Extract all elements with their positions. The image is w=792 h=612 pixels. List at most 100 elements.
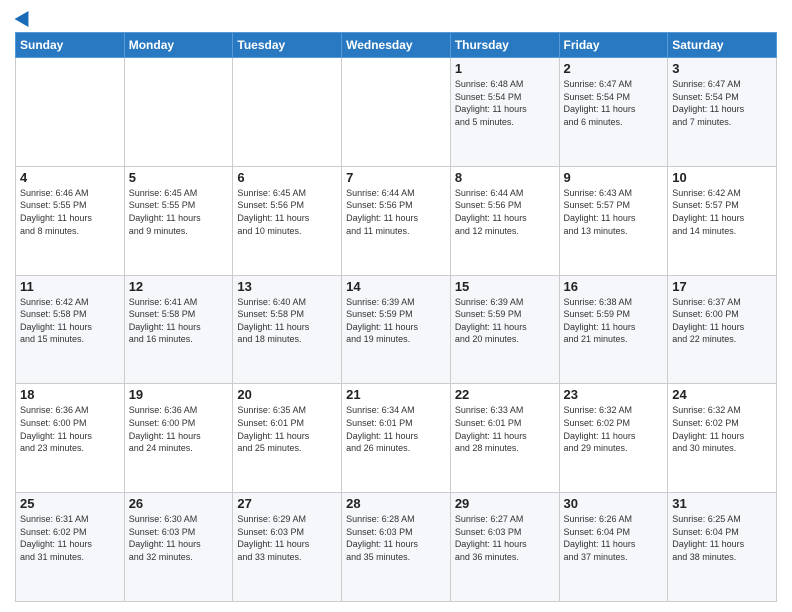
calendar-cell: 10 Sunrise: 6:42 AM Sunset: 5:57 PM Dayli… (668, 166, 777, 275)
calendar-cell (16, 58, 125, 167)
calendar-cell: 19 Sunrise: 6:36 AM Sunset: 6:00 PM Dayli… (124, 384, 233, 493)
day-info: Sunrise: 6:36 AM Sunset: 6:00 PM Dayligh… (20, 404, 120, 454)
logo (15, 10, 33, 24)
day-info: Sunrise: 6:44 AM Sunset: 5:56 PM Dayligh… (346, 187, 446, 237)
calendar-cell: 1 Sunrise: 6:48 AM Sunset: 5:54 PM Daylig… (450, 58, 559, 167)
day-info: Sunrise: 6:36 AM Sunset: 6:00 PM Dayligh… (129, 404, 229, 454)
day-number: 28 (346, 496, 446, 511)
day-info: Sunrise: 6:44 AM Sunset: 5:56 PM Dayligh… (455, 187, 555, 237)
calendar-cell: 2 Sunrise: 6:47 AM Sunset: 5:54 PM Daylig… (559, 58, 668, 167)
day-number: 30 (564, 496, 664, 511)
calendar-cell: 9Sunrise: 6:43 AM Sunset: 5:57 PM Daylig… (559, 166, 668, 275)
day-info: Sunrise: 6:42 AM Sunset: 5:58 PM Dayligh… (20, 296, 120, 346)
calendar-cell: 24 Sunrise: 6:32 AM Sunset: 6:02 PM Dayli… (668, 384, 777, 493)
calendar-cell: 12 Sunrise: 6:41 AM Sunset: 5:58 PM Dayli… (124, 275, 233, 384)
calendar-cell: 8 Sunrise: 6:44 AM Sunset: 5:56 PM Daylig… (450, 166, 559, 275)
day-number: 22 (455, 387, 555, 402)
day-number: 17 (672, 279, 772, 294)
page: SundayMondayTuesdayWednesdayThursdayFrid… (0, 0, 792, 612)
calendar-week-1: 4 Sunrise: 6:46 AM Sunset: 5:55 PM Daylig… (16, 166, 777, 275)
day-info: Sunrise: 6:34 AM Sunset: 6:01 PM Dayligh… (346, 404, 446, 454)
day-info: Sunrise: 6:27 AM Sunset: 6:03 PM Dayligh… (455, 513, 555, 563)
day-info: Sunrise: 6:31 AM Sunset: 6:02 PM Dayligh… (20, 513, 120, 563)
calendar-header-wednesday: Wednesday (342, 33, 451, 58)
calendar-week-0: 1 Sunrise: 6:48 AM Sunset: 5:54 PM Daylig… (16, 58, 777, 167)
calendar-cell: 17 Sunrise: 6:37 AM Sunset: 6:00 PM Dayli… (668, 275, 777, 384)
calendar-cell: 21Sunrise: 6:34 AM Sunset: 6:01 PM Dayli… (342, 384, 451, 493)
calendar-cell: 7 Sunrise: 6:44 AM Sunset: 5:56 PM Daylig… (342, 166, 451, 275)
day-info: Sunrise: 6:28 AM Sunset: 6:03 PM Dayligh… (346, 513, 446, 563)
calendar-cell: 11 Sunrise: 6:42 AM Sunset: 5:58 PM Dayli… (16, 275, 125, 384)
day-info: Sunrise: 6:32 AM Sunset: 6:02 PM Dayligh… (672, 404, 772, 454)
calendar-header-thursday: Thursday (450, 33, 559, 58)
calendar-cell: 16 Sunrise: 6:38 AM Sunset: 5:59 PM Dayli… (559, 275, 668, 384)
day-info: Sunrise: 6:46 AM Sunset: 5:55 PM Dayligh… (20, 187, 120, 237)
calendar-cell (233, 58, 342, 167)
calendar-cell: 4 Sunrise: 6:46 AM Sunset: 5:55 PM Daylig… (16, 166, 125, 275)
calendar-week-4: 25Sunrise: 6:31 AM Sunset: 6:02 PM Dayli… (16, 493, 777, 602)
calendar-cell: 5 Sunrise: 6:45 AM Sunset: 5:55 PM Daylig… (124, 166, 233, 275)
calendar-cell: 14 Sunrise: 6:39 AM Sunset: 5:59 PM Dayli… (342, 275, 451, 384)
calendar-header-sunday: Sunday (16, 33, 125, 58)
day-number: 13 (237, 279, 337, 294)
calendar-header-tuesday: Tuesday (233, 33, 342, 58)
day-number: 4 (20, 170, 120, 185)
calendar: SundayMondayTuesdayWednesdayThursdayFrid… (15, 32, 777, 602)
day-number: 27 (237, 496, 337, 511)
calendar-cell: 30 Sunrise: 6:26 AM Sunset: 6:04 PM Dayli… (559, 493, 668, 602)
day-number: 11 (20, 279, 120, 294)
day-info: Sunrise: 6:40 AM Sunset: 5:58 PM Dayligh… (237, 296, 337, 346)
day-info: Sunrise: 6:39 AM Sunset: 5:59 PM Dayligh… (455, 296, 555, 346)
day-number: 9 (564, 170, 664, 185)
day-info: Sunrise: 6:38 AM Sunset: 5:59 PM Dayligh… (564, 296, 664, 346)
calendar-header-saturday: Saturday (668, 33, 777, 58)
day-info: Sunrise: 6:30 AM Sunset: 6:03 PM Dayligh… (129, 513, 229, 563)
day-number: 7 (346, 170, 446, 185)
day-number: 1 (455, 61, 555, 76)
calendar-cell: 22Sunrise: 6:33 AM Sunset: 6:01 PM Dayli… (450, 384, 559, 493)
day-number: 5 (129, 170, 229, 185)
day-info: Sunrise: 6:25 AM Sunset: 6:04 PM Dayligh… (672, 513, 772, 563)
calendar-cell: 13 Sunrise: 6:40 AM Sunset: 5:58 PM Dayli… (233, 275, 342, 384)
day-info: Sunrise: 6:42 AM Sunset: 5:57 PM Dayligh… (672, 187, 772, 237)
day-info: Sunrise: 6:41 AM Sunset: 5:58 PM Dayligh… (129, 296, 229, 346)
day-number: 10 (672, 170, 772, 185)
day-info: Sunrise: 6:47 AM Sunset: 5:54 PM Dayligh… (564, 78, 664, 128)
calendar-header-friday: Friday (559, 33, 668, 58)
day-number: 2 (564, 61, 664, 76)
day-info: Sunrise: 6:29 AM Sunset: 6:03 PM Dayligh… (237, 513, 337, 563)
logo-icon (15, 7, 36, 27)
day-number: 20 (237, 387, 337, 402)
calendar-cell: 6 Sunrise: 6:45 AM Sunset: 5:56 PM Daylig… (233, 166, 342, 275)
day-number: 24 (672, 387, 772, 402)
day-number: 8 (455, 170, 555, 185)
day-info: Sunrise: 6:37 AM Sunset: 6:00 PM Dayligh… (672, 296, 772, 346)
logo-text (15, 10, 33, 24)
day-info: Sunrise: 6:45 AM Sunset: 5:55 PM Dayligh… (129, 187, 229, 237)
day-number: 14 (346, 279, 446, 294)
day-number: 19 (129, 387, 229, 402)
day-info: Sunrise: 6:39 AM Sunset: 5:59 PM Dayligh… (346, 296, 446, 346)
calendar-week-2: 11 Sunrise: 6:42 AM Sunset: 5:58 PM Dayli… (16, 275, 777, 384)
day-info: Sunrise: 6:32 AM Sunset: 6:02 PM Dayligh… (564, 404, 664, 454)
day-number: 26 (129, 496, 229, 511)
calendar-header-monday: Monday (124, 33, 233, 58)
calendar-cell: 15Sunrise: 6:39 AM Sunset: 5:59 PM Dayli… (450, 275, 559, 384)
calendar-cell: 23Sunrise: 6:32 AM Sunset: 6:02 PM Dayli… (559, 384, 668, 493)
day-info: Sunrise: 6:48 AM Sunset: 5:54 PM Dayligh… (455, 78, 555, 128)
calendar-cell: 25Sunrise: 6:31 AM Sunset: 6:02 PM Dayli… (16, 493, 125, 602)
calendar-cell: 29Sunrise: 6:27 AM Sunset: 6:03 PM Dayli… (450, 493, 559, 602)
day-number: 12 (129, 279, 229, 294)
calendar-cell: 20 Sunrise: 6:35 AM Sunset: 6:01 PM Dayli… (233, 384, 342, 493)
day-number: 3 (672, 61, 772, 76)
day-info: Sunrise: 6:35 AM Sunset: 6:01 PM Dayligh… (237, 404, 337, 454)
day-info: Sunrise: 6:45 AM Sunset: 5:56 PM Dayligh… (237, 187, 337, 237)
day-number: 18 (20, 387, 120, 402)
calendar-cell (342, 58, 451, 167)
day-number: 6 (237, 170, 337, 185)
calendar-week-3: 18 Sunrise: 6:36 AM Sunset: 6:00 PM Dayli… (16, 384, 777, 493)
day-info: Sunrise: 6:26 AM Sunset: 6:04 PM Dayligh… (564, 513, 664, 563)
day-number: 31 (672, 496, 772, 511)
day-number: 16 (564, 279, 664, 294)
header (15, 10, 777, 24)
